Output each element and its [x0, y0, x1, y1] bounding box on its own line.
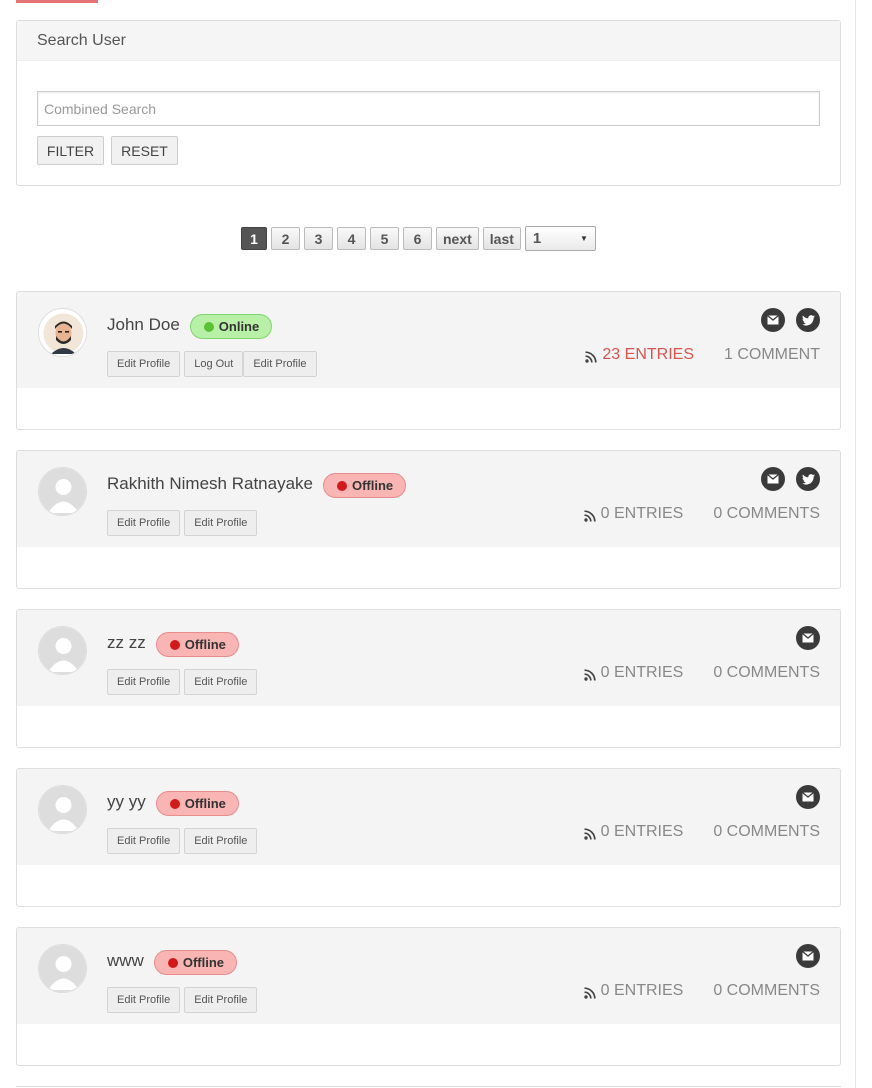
user-name[interactable]: Rakhith Nimesh Ratnayake — [107, 474, 313, 494]
comments-count: 0 COMMENTS — [713, 664, 820, 681]
status-label: Offline — [182, 955, 225, 970]
avatar[interactable] — [38, 626, 87, 675]
edit-profile-button[interactable]: Edit Profile — [107, 987, 181, 1013]
offline-dot-icon — [169, 639, 180, 650]
edit-profile-button[interactable]: Edit Profile — [243, 351, 317, 377]
entries-count: 0 ENTRIES — [600, 664, 684, 681]
rss-icon — [585, 351, 598, 363]
next-page-link[interactable]: next — [436, 227, 479, 250]
status-label: Offline — [351, 478, 394, 493]
avatar[interactable] — [38, 944, 87, 993]
page-link[interactable]: 4 — [337, 227, 366, 250]
envelope-icon[interactable] — [796, 785, 820, 809]
rss-icon — [583, 510, 596, 522]
status-badge: Offline — [155, 791, 239, 816]
user-name[interactable]: www — [107, 951, 144, 971]
entries-count: 0 ENTRIES — [600, 982, 684, 999]
edit-profile-button[interactable]: Edit Profile — [184, 828, 258, 854]
status-label: Offline — [184, 796, 226, 811]
online-dot-icon — [203, 321, 214, 332]
rss-icon — [583, 987, 596, 999]
twitter-icon[interactable] — [796, 308, 820, 332]
user-name[interactable]: John Doe — [107, 315, 180, 335]
status-label: Online — [218, 319, 260, 334]
status-label: Offline — [184, 637, 226, 652]
search-user-panel: Search User FILTER RESET — [16, 20, 841, 186]
user-card: www Offline Edit Profile Edit Profile 0 … — [16, 927, 841, 1066]
page-link[interactable]: 3 — [304, 227, 333, 250]
edit-profile-button[interactable]: Edit Profile — [107, 510, 181, 536]
page-link[interactable]: 6 — [403, 227, 432, 250]
avatar[interactable] — [38, 785, 87, 834]
edit-profile-button[interactable]: Edit Profile — [184, 669, 258, 695]
status-badge: Offline — [153, 950, 238, 975]
page-current[interactable]: 1 — [241, 227, 267, 250]
rss-icon — [583, 828, 596, 840]
comments-count: 0 COMMENTS — [713, 982, 820, 999]
right-divider — [855, 0, 856, 1088]
envelope-icon[interactable] — [761, 467, 785, 491]
combined-search-input[interactable] — [37, 91, 820, 126]
last-page-link[interactable]: last — [482, 227, 521, 250]
comments-count: 1 COMMENT — [724, 346, 820, 363]
entries-count: 0 ENTRIES — [600, 823, 684, 840]
envelope-icon[interactable] — [761, 308, 785, 332]
twitter-icon[interactable] — [796, 467, 820, 491]
rss-icon — [583, 669, 596, 681]
pagination: 1 2 3 4 5 6 next last 1 ▼ — [241, 226, 596, 251]
edit-profile-button[interactable]: Edit Profile — [184, 987, 258, 1013]
user-name[interactable]: zz zz — [107, 633, 146, 653]
avatar[interactable] — [38, 467, 87, 516]
log-out-button[interactable]: Log Out — [184, 351, 244, 377]
page-link[interactable]: 2 — [271, 227, 300, 250]
search-panel-title: Search User — [17, 21, 840, 61]
edit-profile-button[interactable]: Edit Profile — [107, 351, 181, 377]
user-card: Rakhith Nimesh Ratnayake Offline Edit Pr… — [16, 450, 841, 589]
bottom-divider — [16, 1086, 841, 1087]
status-badge: Offline — [155, 632, 239, 657]
comments-count: 0 COMMENTS — [713, 505, 820, 522]
page-link[interactable]: 5 — [370, 227, 399, 250]
reset-button[interactable]: RESET — [111, 136, 178, 165]
avatar[interactable] — [38, 308, 87, 357]
user-card: John Doe Online Edit Profile Log Out Edi… — [16, 291, 841, 430]
filter-button[interactable]: FILTER — [37, 136, 104, 165]
page-select[interactable]: 1 ▼ — [524, 226, 596, 251]
offline-dot-icon — [336, 480, 347, 491]
comments-count: 0 COMMENTS — [713, 823, 820, 840]
edit-profile-button[interactable]: Edit Profile — [184, 510, 258, 536]
top-accent-bar — [16, 0, 98, 3]
envelope-icon[interactable] — [796, 626, 820, 650]
user-card: yy yy Offline Edit Profile Edit Profile … — [16, 768, 841, 907]
edit-profile-button[interactable]: Edit Profile — [107, 828, 181, 854]
status-badge: Online — [189, 314, 273, 339]
envelope-icon[interactable] — [796, 944, 820, 968]
entries-count-link[interactable]: 23 ENTRIES — [602, 346, 694, 364]
chevron-down-icon: ▼ — [580, 234, 588, 243]
status-badge: Offline — [322, 473, 407, 498]
page-select-value: 1 — [532, 230, 542, 247]
edit-profile-button[interactable]: Edit Profile — [107, 669, 181, 695]
offline-dot-icon — [169, 798, 180, 809]
user-card: zz zz Offline Edit Profile Edit Profile … — [16, 609, 841, 748]
offline-dot-icon — [167, 957, 178, 968]
entries-count: 0 ENTRIES — [600, 505, 684, 522]
user-name[interactable]: yy yy — [107, 792, 146, 812]
